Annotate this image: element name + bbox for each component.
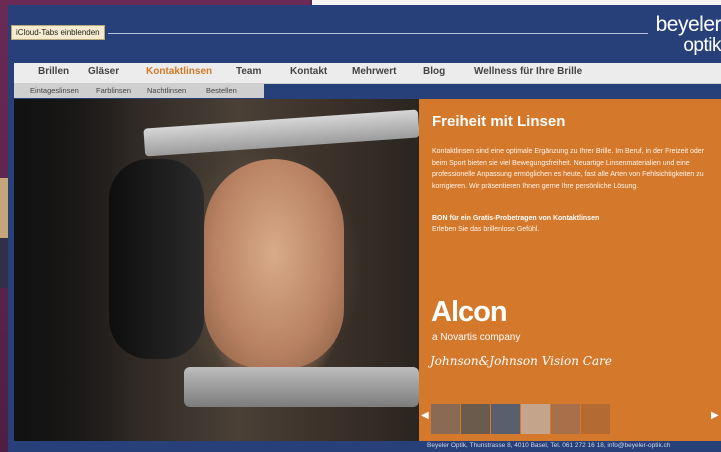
site-logo[interactable]: beyeler bbox=[656, 13, 721, 37]
site-footer: Beyeler Optik, Thunstrasse 8, 4010 Basel… bbox=[419, 441, 721, 452]
hero-photo bbox=[14, 99, 419, 441]
phoropter-bar bbox=[143, 109, 419, 157]
nav-item-mehrwert[interactable]: Mehrwert bbox=[352, 66, 396, 77]
nav-item-kontakt[interactable]: Kontakt bbox=[290, 66, 327, 77]
thumbnail[interactable] bbox=[521, 404, 550, 434]
subnav-item-farblinsen[interactable]: Farblinsen bbox=[96, 86, 131, 95]
photo-shadow bbox=[14, 99, 134, 441]
panel-title: Freiheit mit Linsen bbox=[432, 113, 566, 130]
nav-item-brillen[interactable]: Brillen bbox=[38, 66, 69, 77]
thumbnail[interactable] bbox=[491, 404, 520, 434]
voucher-link[interactable]: BON für ein Gratis-Probetragen von Konta… bbox=[432, 215, 599, 222]
panel-body: Kontaktlinsen sind eine optimale Ergänzu… bbox=[432, 148, 704, 190]
thumbnail-strip bbox=[431, 404, 611, 434]
browser-window: iCloud-Tabs einblenden beyeler optik Bri… bbox=[8, 5, 721, 452]
thumbnail[interactable] bbox=[551, 404, 580, 434]
chin-rest bbox=[184, 367, 419, 407]
footer-address: Beyeler Optik, Thunstrasse 8, 4010 Basel… bbox=[427, 442, 671, 449]
main-nav: Brillen Gläser Kontaktlinsen Team Kontak… bbox=[14, 63, 721, 84]
subnav-item-eintageslinsen[interactable]: Eintageslinsen bbox=[30, 86, 79, 95]
info-panel: Freiheit mit Linsen Kontaktlinsen sind e… bbox=[419, 99, 721, 441]
site-header: iCloud-Tabs einblenden beyeler optik bbox=[8, 5, 721, 60]
site-logo-sub[interactable]: optik bbox=[683, 35, 721, 57]
chevron-left-icon[interactable]: ◀ bbox=[421, 410, 429, 421]
sub-nav: Eintageslinsen Farblinsen Nachtlinsen Be… bbox=[14, 84, 264, 98]
nav-item-glaeser[interactable]: Gläser bbox=[88, 66, 119, 77]
thumbnail[interactable] bbox=[431, 404, 460, 434]
jj-logo: Johnson&Johnson Vision Care bbox=[430, 354, 612, 368]
panel-subline: Erleben Sie das brillenlose Gefühl. bbox=[432, 226, 540, 233]
subnav-item-bestellen[interactable]: Bestellen bbox=[206, 86, 237, 95]
subnav-item-nachtlinsen[interactable]: Nachtlinsen bbox=[147, 86, 186, 95]
thumbnail[interactable] bbox=[581, 404, 610, 434]
nav-item-team[interactable]: Team bbox=[236, 66, 261, 77]
chevron-right-icon[interactable]: ▶ bbox=[711, 410, 719, 421]
nav-item-wellness[interactable]: Wellness für Ihre Brille bbox=[474, 66, 582, 77]
header-divider bbox=[108, 33, 648, 34]
woman-face bbox=[204, 159, 344, 369]
nav-item-kontaktlinsen[interactable]: Kontaktlinsen bbox=[146, 66, 212, 77]
nav-item-blog[interactable]: Blog bbox=[423, 66, 445, 77]
icloud-tabs-button[interactable]: iCloud-Tabs einblenden bbox=[11, 25, 105, 40]
alcon-tagline: a Novartis company bbox=[432, 332, 521, 343]
thumbnail[interactable] bbox=[461, 404, 490, 434]
alcon-logo: Alcon bbox=[431, 296, 508, 328]
